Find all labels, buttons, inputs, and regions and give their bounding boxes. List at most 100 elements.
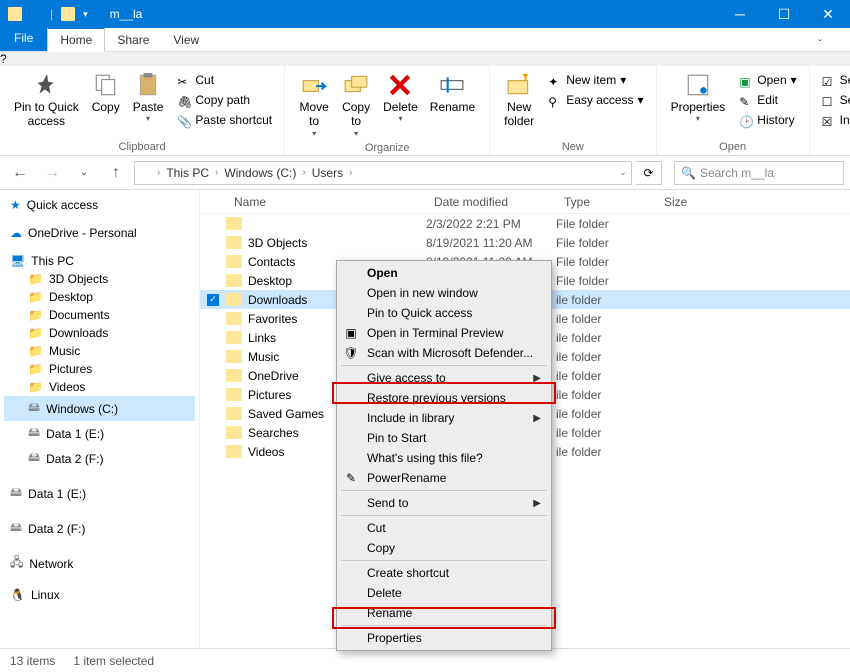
sidebar-item[interactable]: ☁OneDrive - Personal (4, 224, 195, 242)
back-button[interactable]: ← (6, 160, 34, 186)
rename-icon: ✎ (343, 470, 359, 486)
move-to-button[interactable]: Move to▾ (293, 70, 335, 140)
invert-selection-button[interactable]: ☒Invert selection (818, 110, 850, 130)
sidebar-item[interactable]: 🖴Data 2 (F:) (4, 446, 195, 471)
context-menu-item[interactable]: Restore previous versions (337, 388, 551, 408)
paste-shortcut-button[interactable]: 📎Paste shortcut (173, 110, 276, 130)
delete-button[interactable]: Delete▾ (377, 70, 424, 126)
sidebar-item-label: Linux (31, 588, 60, 602)
file-row[interactable]: 3D Objects8/19/2021 11:20 AMFile folder (200, 233, 850, 252)
sidebar-item[interactable]: 📁Documents (4, 306, 195, 324)
file-name: 3D Objects (248, 236, 307, 250)
context-menu-item[interactable]: Give access to▶ (337, 368, 551, 388)
sidebar-item[interactable]: 🐧 Linux (4, 586, 195, 604)
context-menu-item[interactable]: ✎ PowerRename (337, 468, 551, 488)
easy-access-button[interactable]: ⚲Easy access ▾ (544, 90, 647, 110)
context-menu-item[interactable]: What's using this file? (337, 448, 551, 468)
breadcrumb-bar[interactable]: › This PC› Windows (C:)› Users› ⌄ (134, 161, 632, 185)
file-date: 8/19/2021 11:20 AM (426, 236, 556, 250)
search-input[interactable]: 🔍 Search m__la (674, 161, 844, 185)
tab-share[interactable]: Share (105, 29, 161, 51)
sidebar-item[interactable]: 🖴Data 1 (E:) (4, 481, 195, 506)
ribbon-collapse-icon[interactable]: ˇ (818, 37, 822, 51)
edit-button[interactable]: ✎Edit (735, 90, 800, 110)
file-name: Downloads (248, 293, 307, 307)
context-menu-item[interactable]: Pin to Start (337, 428, 551, 448)
new-item-button[interactable]: ✦New item ▾ (544, 70, 647, 90)
copy-button[interactable]: Copy (85, 70, 127, 116)
breadcrumb-item[interactable]: Windows (C:) (220, 166, 300, 180)
context-menu-item[interactable]: 🛡Scan with Microsoft Defender... (337, 343, 551, 363)
context-menu-item[interactable]: Open (337, 263, 551, 283)
sidebar-item[interactable]: 🖴Data 1 (E:) (4, 421, 195, 446)
sidebar-item[interactable]: 📁Pictures (4, 360, 195, 378)
tab-view[interactable]: View (161, 29, 211, 51)
breadcrumb-item[interactable]: Users (308, 166, 347, 180)
sidebar-item[interactable]: 📁Desktop (4, 288, 195, 306)
folder-icon: 📁 (28, 290, 43, 304)
context-menu-item[interactable]: Create shortcut (337, 563, 551, 583)
sidebar-item-label: Downloads (49, 326, 108, 340)
sidebar-item[interactable]: 📁3D Objects (4, 270, 195, 288)
context-menu-label: PowerRename (367, 471, 446, 485)
copy-to-button[interactable]: Copy to▾ (335, 70, 377, 140)
breadcrumb-dropdown-icon[interactable]: ⌄ (619, 167, 627, 178)
context-menu-item[interactable]: Send to▶ (337, 493, 551, 513)
breadcrumb-icon (139, 166, 155, 179)
maximize-button[interactable]: ☐ (762, 0, 806, 28)
column-headers[interactable]: Name Date modified Type Size (200, 190, 850, 214)
sidebar-item[interactable]: ★Quick access (4, 196, 195, 214)
context-menu-item[interactable]: Properties (337, 628, 551, 648)
sidebar-item[interactable]: 🖴Data 2 (F:) (4, 516, 195, 541)
history-button[interactable]: 🕑History (735, 110, 800, 130)
sidebar-item[interactable]: 🖴Windows (C:) (4, 396, 195, 421)
recent-button[interactable]: ⌄ (70, 160, 98, 186)
up-button[interactable]: ↑ (102, 160, 130, 186)
qat-check-icon[interactable] (30, 8, 42, 20)
file-name: Searches (248, 426, 299, 440)
copy-path-button[interactable]: 🖇Copy path (173, 90, 276, 110)
select-all-button[interactable]: ☑Select all (818, 70, 850, 90)
sidebar-item[interactable]: 📁Music (4, 342, 195, 360)
file-row[interactable]: 2/3/2022 2:21 PMFile folder (200, 214, 850, 233)
linux-icon: 🐧 (10, 588, 25, 602)
open-button[interactable]: ▣Open ▾ (735, 70, 800, 90)
context-menu-item[interactable]: Delete (337, 583, 551, 603)
sidebar-item[interactable]: 🖥This PC (4, 252, 195, 270)
context-menu-item[interactable]: Copy (337, 538, 551, 558)
file-menu[interactable]: File (0, 27, 47, 51)
context-menu[interactable]: Open Open in new window Pin to Quick acces… (336, 260, 552, 651)
sidebar-item[interactable]: 🖧Network (4, 551, 195, 576)
context-menu-item[interactable]: Open in new window (337, 283, 551, 303)
qat-dropdown-icon[interactable]: ▾ (83, 9, 88, 20)
context-menu-item[interactable]: Include in library▶ (337, 408, 551, 428)
sidebar-item[interactable]: 📁Downloads (4, 324, 195, 342)
cut-button[interactable]: ✂Cut (173, 70, 276, 90)
help-icon[interactable]: ? (0, 52, 850, 66)
nav-sidebar[interactable]: ★Quick access ☁OneDrive - Personal 🖥This P… (0, 190, 200, 648)
breadcrumb-item[interactable]: This PC (162, 166, 213, 180)
context-menu-label: Cut (367, 521, 386, 535)
sidebar-item[interactable]: 📁Videos (4, 378, 195, 396)
file-type: ile folder (556, 312, 656, 326)
context-menu-item[interactable]: ▣Open in Terminal Preview (337, 323, 551, 343)
forward-button[interactable]: → (38, 160, 66, 186)
refresh-button[interactable]: ⟳ (636, 161, 662, 185)
context-menu-item[interactable]: Rename (337, 603, 551, 623)
select-none-button[interactable]: ☐Select none (818, 90, 850, 110)
folder-icon (226, 369, 242, 382)
context-menu-item[interactable]: Cut (337, 518, 551, 538)
close-button[interactable]: ✕ (806, 0, 850, 28)
paste-button[interactable]: Paste▾ (127, 70, 170, 126)
new-folder-button[interactable]: New folder (498, 70, 540, 131)
properties-button[interactable]: Properties▾ (665, 70, 732, 126)
minimize-button[interactable]: ─ (718, 0, 762, 28)
context-menu-item[interactable]: Pin to Quick access (337, 303, 551, 323)
context-menu-label: Open in new window (367, 286, 478, 300)
tab-home[interactable]: Home (47, 27, 105, 52)
sidebar-item-label: Music (49, 344, 80, 358)
chevron-right-icon: ▶ (533, 373, 541, 384)
rename-button[interactable]: Rename (424, 70, 481, 116)
pin-quick-access-button[interactable]: Pin to Quick access (8, 70, 85, 131)
checkbox-icon[interactable]: ✓ (207, 294, 219, 306)
